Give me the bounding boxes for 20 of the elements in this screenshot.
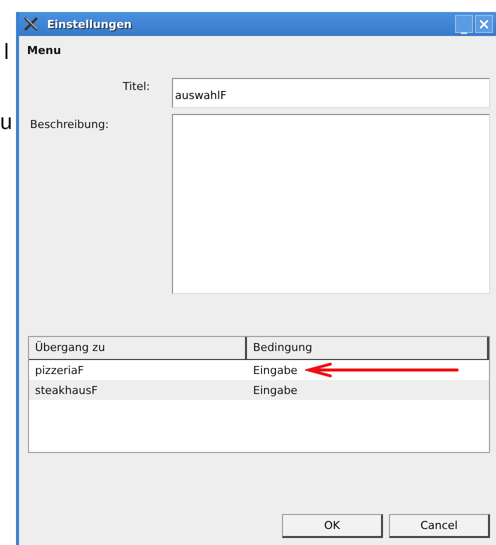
description-field[interactable]: [172, 114, 490, 294]
x-logo-icon: [23, 16, 39, 32]
section-title: Menu: [27, 44, 62, 59]
field-label: Titel:: [122, 79, 151, 95]
table-cell-text: pizzeriaF: [34, 364, 86, 376]
window-title: Einstellungen: [47, 18, 133, 30]
cancel-button[interactable]: Cancel: [389, 514, 490, 538]
table-cell: Eingabe: [253, 384, 298, 396]
table-cell: Eingabe: [253, 364, 298, 376]
minimize-button[interactable]: _: [455, 15, 473, 33]
table-row[interactable]: steakhausF Eingabe: [29, 380, 489, 400]
field-label: Beschreibung:: [29, 117, 110, 133]
title-field[interactable]: auswahlF: [172, 78, 490, 108]
table-row[interactable]: pizzeriaF Eingabe: [29, 360, 489, 380]
background-text: u: [0, 110, 12, 134]
column-header[interactable]: Bedingung: [247, 337, 489, 359]
table-cell-text: steakhausF: [34, 384, 99, 396]
background-text: l: [4, 40, 9, 64]
column-header[interactable]: Übergang zu: [29, 337, 247, 359]
ok-button[interactable]: OK: [282, 514, 383, 538]
